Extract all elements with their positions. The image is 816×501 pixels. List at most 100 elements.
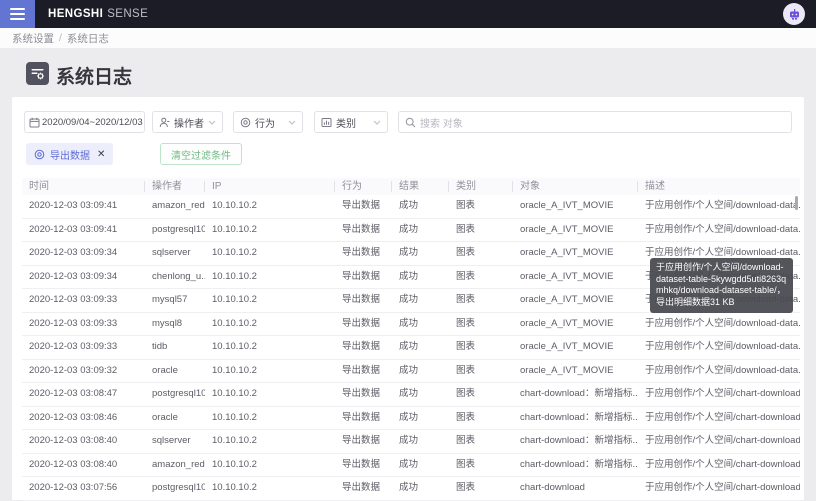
cell-ip: 10.10.10.2 [212,294,257,305]
cell-action: 导出数据 [342,200,381,211]
category-filter-dropdown[interactable]: 类别 [314,111,388,133]
clear-filters-button[interactable]: 清空过滤条件 [160,143,242,165]
cell-description: 于应用创作/个人空间/chart-download... [645,411,800,423]
cell-ip: 10.10.10.2 [212,364,257,376]
cell-category: 图表 [456,411,476,423]
cell-action: 导出数据 [342,435,381,446]
cell-result: 成功 [399,411,419,423]
search-input[interactable]: 搜索 对象 [398,111,792,133]
remove-filter-icon[interactable]: ✕ [97,149,105,160]
cell-category: 图表 [456,223,476,235]
cell-result: 成功 [399,294,419,305]
cell-result: 成功 [399,458,419,470]
cell-ip: 10.10.10.2 [212,223,257,235]
cell-object: chart-download：新增指标... [520,458,638,470]
breadcrumb-system-log: 系统日志 [66,32,109,45]
app-logo: HENGSHI SENSE [48,0,148,28]
chevron-down-icon [208,120,216,125]
logo-text-light: SENSE [107,8,149,20]
date-range-value: 2020/09/04~2020/12/03 [42,116,143,128]
cell-ip: 10.10.10.2 [212,341,257,352]
table-row: 2020-12-03 03:08:46 oracle 10.10.10.2 导出数据 成… [22,407,800,430]
chevron-down-icon [373,120,381,125]
category-filter-label: 类别 [336,118,356,130]
cell-time: 2020-12-03 03:09:41 [29,200,118,211]
cell-time: 2020-12-03 03:09:33 [29,294,118,305]
cell-time: 2020-12-03 03:08:47 [29,388,118,399]
cell-result: 成功 [399,482,419,493]
operator-filter-label: 操作者 [174,118,204,130]
cell-object: chart-download：新增指标... [520,411,638,423]
cell-action: 导出数据 [342,341,381,352]
cell-result: 成功 [399,435,419,446]
cell-result: 成功 [399,247,419,258]
table-row: 2020-12-03 03:07:56 postgresql10 10.10.10.… [22,477,800,501]
column-header-operator: 操作者 [145,178,205,195]
cell-operator: tidb [152,341,168,352]
table-header: 时间 操作者 IP 行为 结果 类别 对象 描述 [22,178,800,195]
cell-time: 2020-12-03 03:09:34 [29,247,118,258]
cell-action: 导出数据 [342,458,381,470]
search-icon [405,117,416,128]
logo-text-bold: HENGSHI [48,8,104,20]
cell-ip: 10.10.10.2 [212,247,257,258]
cell-category: 图表 [456,364,476,376]
filter-tag-label: 导出数据 [50,150,90,162]
cell-category: 图表 [456,200,476,211]
cell-description: 于应用创作/个人空间/chart-download... [645,482,800,493]
cell-description: 于应用创作/个人空间/download-data... [645,223,800,235]
cell-action: 导出数据 [342,247,381,258]
menu-button[interactable] [0,0,35,28]
table-row: 2020-12-03 03:09:33 mysql8 10.10.10.2 导出数据 成… [22,313,800,336]
table-row: 2020-12-03 03:08:47 postgresql10 10.10.10.… [22,383,800,407]
table-row: 2020-12-03 03:09:32 oracle 10.10.10.2 导出数据 成… [22,360,800,383]
cell-time: 2020-12-03 03:09:33 [29,341,118,352]
cell-category: 图表 [456,317,476,329]
column-header-description: 描述 [645,181,665,192]
cell-ip: 10.10.10.2 [212,317,257,329]
operator-filter-dropdown[interactable]: 操作者 [152,111,223,133]
target-icon [34,149,45,160]
table-row: 2020-12-03 03:09:33 tidb 10.10.10.2 导出数据 成功 图… [22,336,800,360]
system-log-icon [26,62,49,85]
cell-operator: mysql8 [152,317,183,329]
cell-object: oracle_A_IVT_MOVIE [520,364,614,376]
cell-operator: postgresql10 [152,223,205,235]
cell-description: 于应用创作/个人空间/download-data... [645,364,800,376]
cell-category: 图表 [456,294,476,305]
top-bar: HENGSHI SENSE [0,0,816,28]
vertical-scrollbar-thumb[interactable] [795,196,798,210]
cell-description: 于应用创作/个人空间/chart-download... [645,435,800,446]
cell-operator: chenlong_u... [152,270,205,282]
cell-time: 2020-12-03 03:09:41 [29,223,118,235]
cell-ip: 10.10.10.2 [212,458,257,470]
robot-avatar-icon [789,8,799,20]
cell-ip: 10.10.10.2 [212,482,257,493]
breadcrumb-settings[interactable]: 系统设置 [12,31,54,46]
cell-object: chart-download [520,482,585,493]
cell-operator: mysql57 [152,294,188,305]
table-row: 2020-12-03 03:08:40 sqlserver 10.10.10.2 导出… [22,430,800,454]
cell-action: 导出数据 [342,482,381,493]
cell-action: 导出数据 [342,294,381,305]
user-avatar[interactable] [783,3,805,25]
cell-description: 于应用创作/个人空间/download-data... [645,200,800,211]
cell-ip: 10.10.10.2 [212,435,257,446]
cell-description: 于应用创作/个人空间/download-data... [645,341,800,352]
column-header-ip: IP [205,178,335,195]
action-filter-dropdown[interactable]: 行为 [233,111,303,133]
cell-time: 2020-12-03 03:08:40 [29,435,118,446]
cell-object: chart-download：新增指标... [520,435,638,446]
active-filter-row: 导出数据 ✕ 清空过滤条件 [12,143,804,165]
chart-category-icon [321,117,332,128]
cell-object: oracle_A_IVT_MOVIE [520,223,614,235]
cell-result: 成功 [399,223,419,235]
cell-operator: amazon_red... [152,458,205,470]
log-table: 时间 操作者 IP 行为 结果 类别 对象 描述 2020-12-03 03:09:41 ama… [22,178,800,501]
cell-time: 2020-12-03 03:09:32 [29,364,118,376]
date-range-input[interactable]: 2020/09/04~2020/12/03 [24,111,145,133]
cell-object: oracle_A_IVT_MOVIE [520,200,614,211]
cell-object: oracle_A_IVT_MOVIE [520,270,614,282]
cell-action: 导出数据 [342,317,381,329]
search-placeholder: 搜索 对象 [420,118,463,130]
